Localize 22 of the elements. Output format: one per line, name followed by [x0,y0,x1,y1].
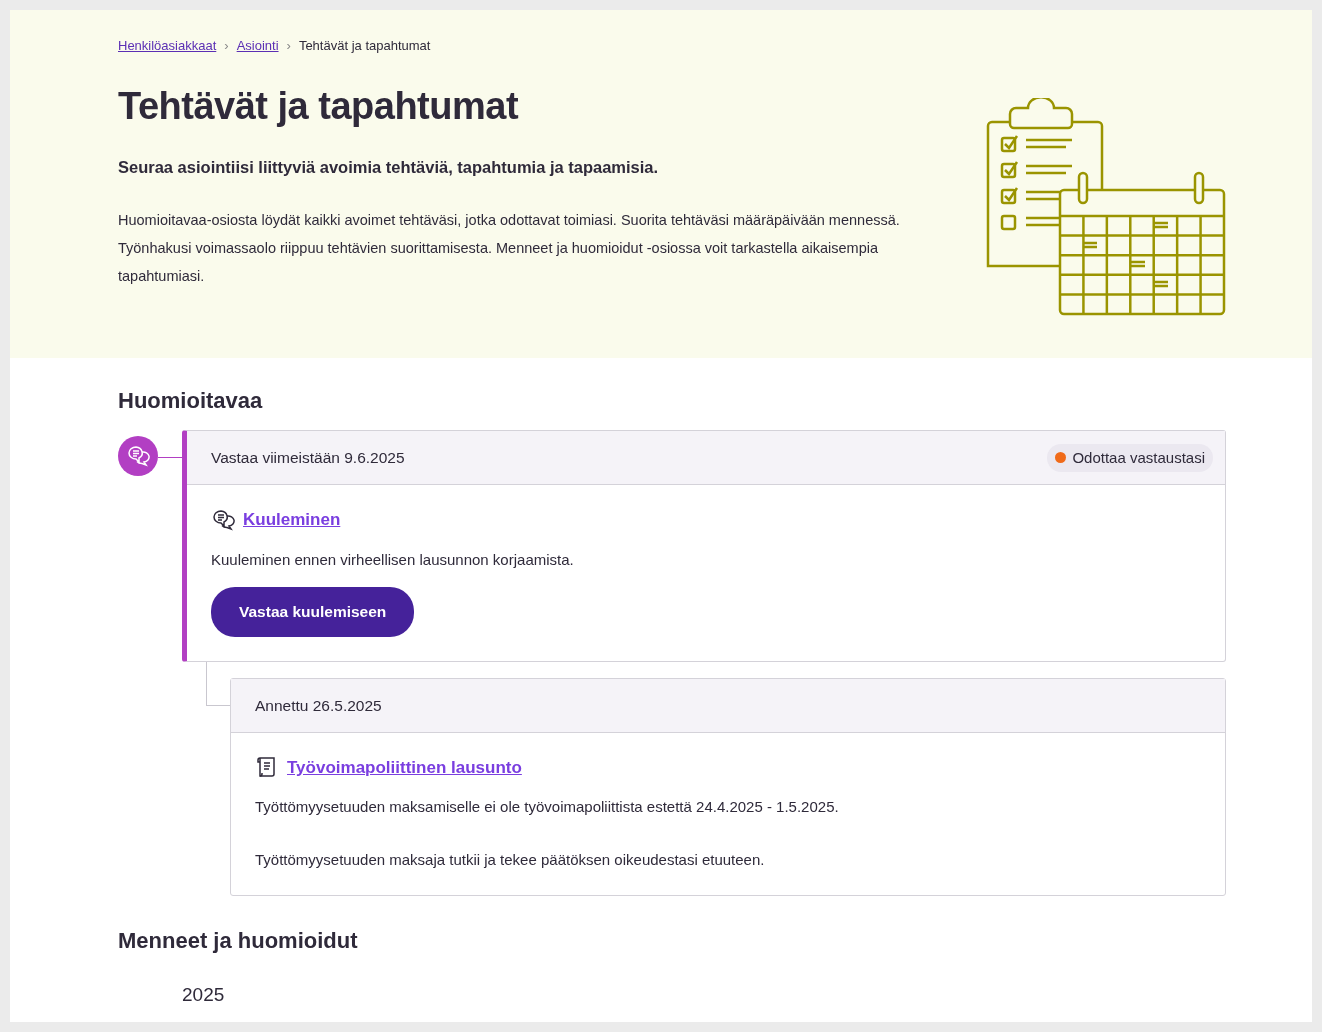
deadline-text: Vastaa viimeistään 9.6.2025 [211,448,405,469]
description-text: Huomioitavaa-osiosta löydät kaikki avoimet tehtäväsi, jotka odottavat toimiasi. Suorita tehtäväsi määräpäivään mennessä. Työnhakusi voimassaolo riippuu tehtävien suorittamisesta. Menneet ja huomioidut -osiossa voit tarkastella aikaisempia tapahtumiasi. [118,210,901,286]
status-label: Odottaa vastaustasi [1072,447,1205,468]
statement-text: Työttömyysetuuden maksamiselle ei ole työvoimapoliittista estettä 24.4.2025 - 1.5.2025. [255,797,840,818]
breadcrumb-separator: › [286,37,291,55]
respond-button[interactable]: Vastaa kuulemiseen [211,587,415,637]
chat-bubble-icon [211,508,235,533]
lead-text: Seuraa asiointiisi liittyviä avoimia tehtäviä, tapahtumia ja tapaamisia. [118,157,660,179]
date-text: Annettu 26.5.2025 [255,695,382,716]
breadcrumb-link[interactable]: Asiointi [236,36,279,56]
year-heading: 2025 [182,982,226,1007]
section-heading: Menneet ja huomioidut [118,927,359,955]
breadcrumb-separator: › [224,37,229,55]
task-link[interactable]: Kuuleminen [243,507,341,533]
section-heading: Huomioitavaa [118,388,264,415]
page-title: Tehtävät ja tapahtumat [118,83,520,129]
task-description: Kuuleminen ennen virheellisen lausunnon korjaamista. [211,549,575,570]
breadcrumb-current: Tehtävät ja tapahtumat [298,37,431,55]
statement-link[interactable]: Työvoimapoliittinen lausunto [287,754,522,781]
chat-bubble-icon [118,436,158,477]
statement-text: Työttömyysetuuden maksaja tutkii ja tekee päätöksen oikeudestasi etuuteen. [255,849,766,870]
breadcrumb-link[interactable]: Henkilöasiakkaat [118,36,217,56]
